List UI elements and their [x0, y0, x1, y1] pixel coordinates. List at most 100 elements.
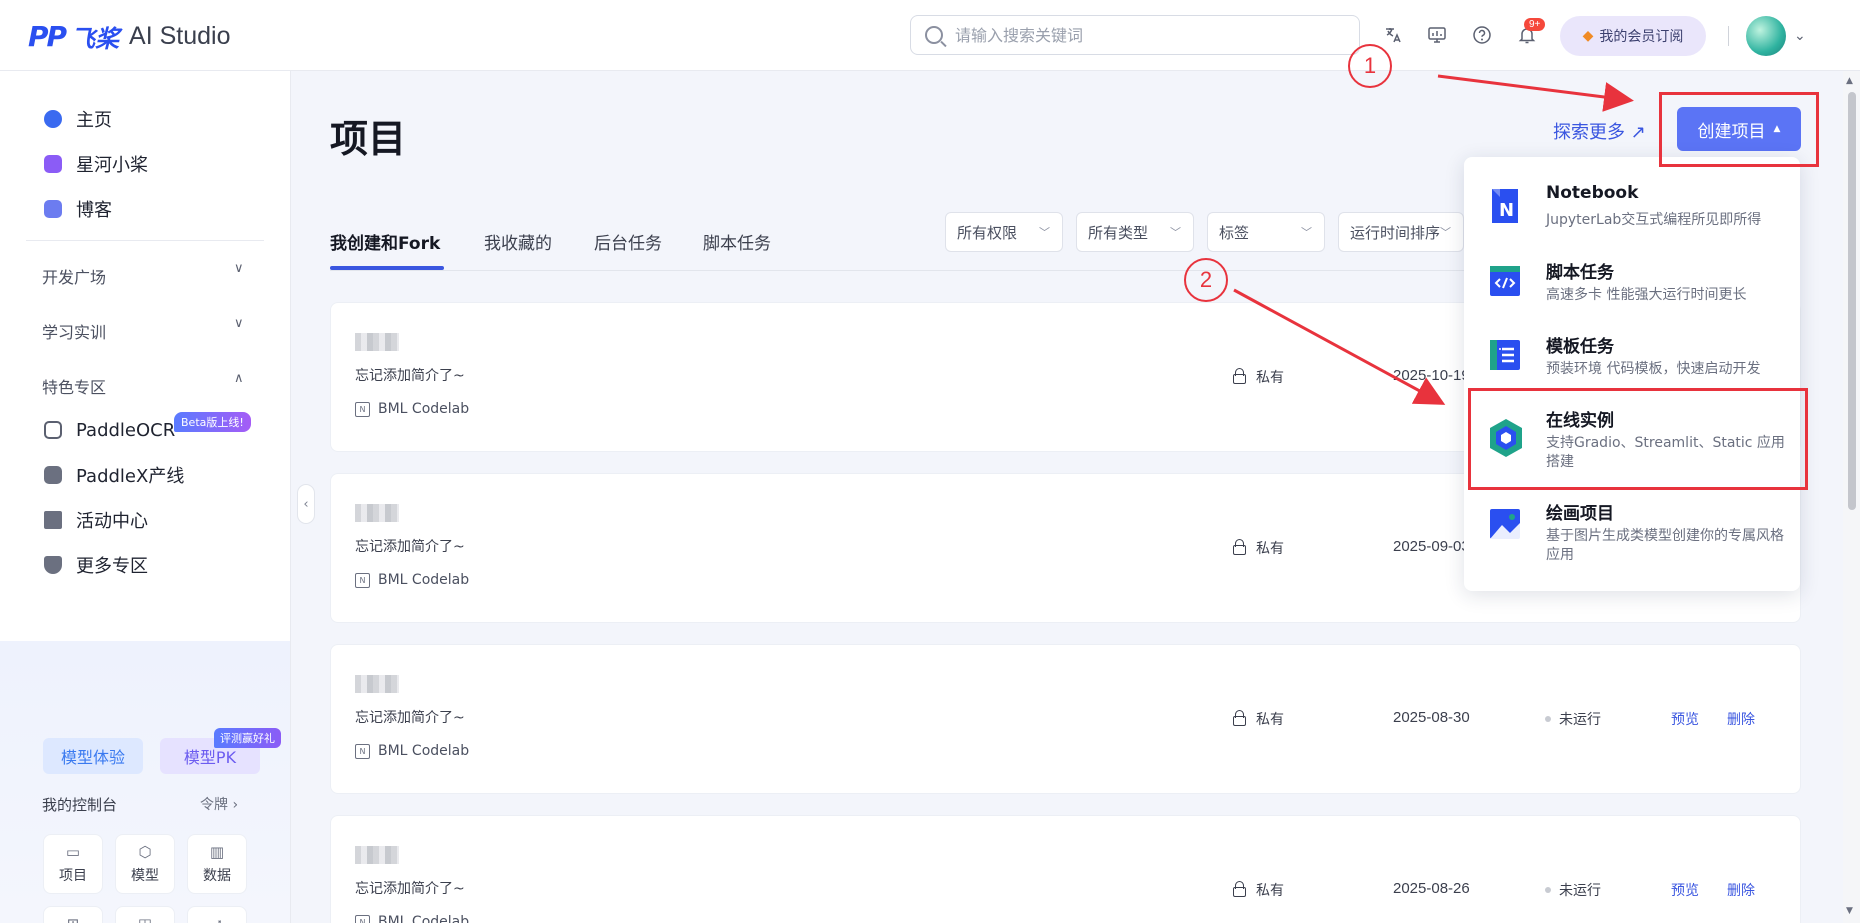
- painting-icon: [1488, 507, 1522, 541]
- sidebar-item-xinghe[interactable]: 星河小桨: [44, 150, 148, 178]
- notebook-icon: N: [355, 572, 370, 588]
- project-type: N BML Codelab: [355, 914, 469, 923]
- brand-logo[interactable]: PP 飞桨 AI Studio: [28, 18, 231, 54]
- tile-models[interactable]: ⬡ 模型: [115, 834, 175, 894]
- tile-apps[interactable]: ⊞ 应用: [43, 906, 103, 923]
- status-dot: [1545, 716, 1551, 722]
- scroll-down-arrow-icon[interactable]: ▼: [1846, 906, 1853, 916]
- sidebar-collapse-button[interactable]: ‹: [297, 484, 315, 524]
- project-status: 未运行: [1545, 880, 1601, 900]
- book-icon: ◫: [138, 915, 152, 923]
- tab-favorites[interactable]: 我收藏的: [484, 229, 552, 254]
- planet-icon: [44, 110, 62, 128]
- tile-deploy[interactable]: ➶ 部署: [187, 906, 247, 923]
- create-project-menu: N Notebook JupyterLab交互式编程所见即所得 脚本任务 高速多…: [1464, 157, 1800, 591]
- lock-icon: [1233, 710, 1246, 726]
- search-input[interactable]: [955, 25, 1335, 45]
- menu-item-subtitle: JupyterLab交互式编程所见即所得: [1546, 212, 1762, 228]
- page-title: 项目: [330, 117, 407, 161]
- menu-item-title: 模板任务: [1546, 337, 1614, 357]
- tab-created-fork[interactable]: 我创建和Fork: [330, 229, 440, 254]
- chevron-up-icon[interactable]: ∧: [234, 371, 244, 386]
- vip-label: 我的会员订阅: [1599, 29, 1684, 45]
- filter-type[interactable]: 所有类型 ﹀: [1076, 212, 1194, 252]
- chart-icon: ▥: [209, 843, 225, 861]
- monitor-icon[interactable]: [1424, 22, 1450, 48]
- privacy-label: 私有: [1256, 541, 1284, 557]
- brand-name-en: AI Studio: [129, 21, 231, 50]
- tile-learning[interactable]: ◫ 学习: [115, 906, 175, 923]
- project-type: N BML Codelab: [355, 743, 469, 759]
- scroll-up-arrow-icon[interactable]: ▲: [1846, 76, 1853, 86]
- tab-active-indicator: [330, 266, 444, 270]
- menu-item-script-task[interactable]: 脚本任务 高速多卡 性能强大运行时间更长: [1488, 258, 1788, 318]
- chevron-down-icon[interactable]: ⌄: [1794, 28, 1806, 44]
- blog-icon: [44, 200, 62, 218]
- tile-projects[interactable]: ▭ 项目: [43, 834, 103, 894]
- status-dot: [1545, 887, 1551, 893]
- sidebar-item-more[interactable]: 更多专区: [44, 551, 148, 579]
- sidebar-item-blog[interactable]: 博客: [44, 195, 112, 223]
- tab-background-tasks[interactable]: 后台任务: [594, 229, 662, 254]
- project-type: N BML Codelab: [355, 572, 469, 588]
- project-name-blurred: [355, 504, 399, 522]
- vip-subscription-button[interactable]: ◆ 我的会员订阅: [1560, 16, 1706, 56]
- privacy-label: 私有: [1256, 370, 1284, 386]
- project-type-label: BML Codelab: [378, 401, 470, 417]
- model-experience-button[interactable]: 模型体验: [43, 738, 143, 774]
- status-label: 未运行: [1559, 883, 1601, 899]
- menu-item-painting-project[interactable]: 绘画项目 基于图片生成类模型创建你的专属风格应用: [1488, 499, 1788, 579]
- preview-button[interactable]: 预览: [1671, 709, 1699, 729]
- sidebar-item-paddleocr[interactable]: PaddleOCR: [44, 416, 175, 444]
- menu-item-notebook[interactable]: N Notebook JupyterLab交互式编程所见即所得: [1488, 183, 1788, 243]
- top-bar: PP 飞桨 AI Studio 9+ ◆ 我的会员订阅 ⌄: [0, 0, 1860, 71]
- translate-icon[interactable]: [1380, 22, 1406, 48]
- preview-button[interactable]: 预览: [1671, 880, 1699, 900]
- project-description: 忘记添加简介了~: [355, 881, 465, 897]
- notebook-icon: N: [355, 401, 370, 417]
- help-icon[interactable]: [1469, 22, 1495, 48]
- explore-more-link[interactable]: 探索更多 ↗: [1553, 118, 1646, 144]
- shield-icon: [44, 556, 62, 574]
- filter-label: 标签: [1219, 223, 1250, 242]
- project-card[interactable]: 忘记添加简介了~ N BML Codelab 私有 2025-08-26 未运行 …: [330, 815, 1801, 923]
- menu-item-template-task[interactable]: 模板任务 预装环境 代码模板，快速启动开发: [1488, 332, 1788, 392]
- delete-button[interactable]: 删除: [1727, 709, 1755, 729]
- chevron-down-icon[interactable]: ∨: [234, 316, 244, 331]
- notification-badge: 9+: [1524, 18, 1546, 31]
- cube-icon: ⬡: [138, 843, 152, 861]
- filter-sort[interactable]: 运行时间排序 ﹀: [1338, 212, 1464, 252]
- project-description: 忘记添加简介了~: [355, 710, 465, 726]
- section-learning[interactable]: 学习实训: [42, 319, 106, 343]
- delete-button[interactable]: 删除: [1727, 880, 1755, 900]
- divider: [1728, 26, 1729, 46]
- sidebar-item-label: 更多专区: [76, 556, 148, 577]
- pipeline-icon: [44, 466, 62, 484]
- project-description: 忘记添加简介了~: [355, 368, 465, 384]
- tile-data[interactable]: ▥ 数据: [187, 834, 247, 894]
- lock-icon: [1233, 881, 1246, 897]
- tab-script-tasks[interactable]: 脚本任务: [703, 229, 771, 254]
- sidebar-item-home[interactable]: 主页: [44, 105, 112, 133]
- token-link[interactable]: 令牌 ›: [200, 794, 238, 814]
- chevron-down-icon: ﹀: [1039, 226, 1050, 239]
- section-dev-plaza[interactable]: 开发广场: [42, 264, 106, 288]
- project-privacy: 私有: [1233, 538, 1284, 558]
- project-card[interactable]: 忘记添加简介了~ N BML Codelab 私有 2025-08-30 未运行 …: [330, 644, 1801, 794]
- notebook-icon: N: [1488, 189, 1522, 223]
- rocket-icon: ➶: [211, 915, 224, 923]
- user-avatar[interactable]: [1746, 16, 1786, 56]
- filter-tags[interactable]: 标签 ﹀: [1207, 212, 1325, 252]
- chevron-down-icon: ﹀: [1170, 226, 1181, 239]
- sidebar-item-events[interactable]: 活动中心: [44, 506, 148, 534]
- scrollbar-thumb[interactable]: [1848, 92, 1856, 510]
- sidebar-item-paddlex[interactable]: PaddleX产线: [44, 461, 184, 489]
- project-status: 未运行: [1545, 709, 1601, 729]
- sidebar-console-panel: 模型体验 模型PK 评测赢好礼 我的控制台 令牌 › ▭ 项目 ⬡ 模型 ▥ 数…: [0, 641, 290, 923]
- chevron-down-icon[interactable]: ∨: [234, 261, 244, 276]
- search-box[interactable]: [910, 15, 1360, 55]
- filter-permission[interactable]: 所有权限 ﹀: [945, 212, 1063, 252]
- section-featured[interactable]: 特色专区: [42, 374, 106, 398]
- chevron-down-icon: ﹀: [1301, 226, 1312, 239]
- project-date: 2025-08-30: [1393, 709, 1470, 726]
